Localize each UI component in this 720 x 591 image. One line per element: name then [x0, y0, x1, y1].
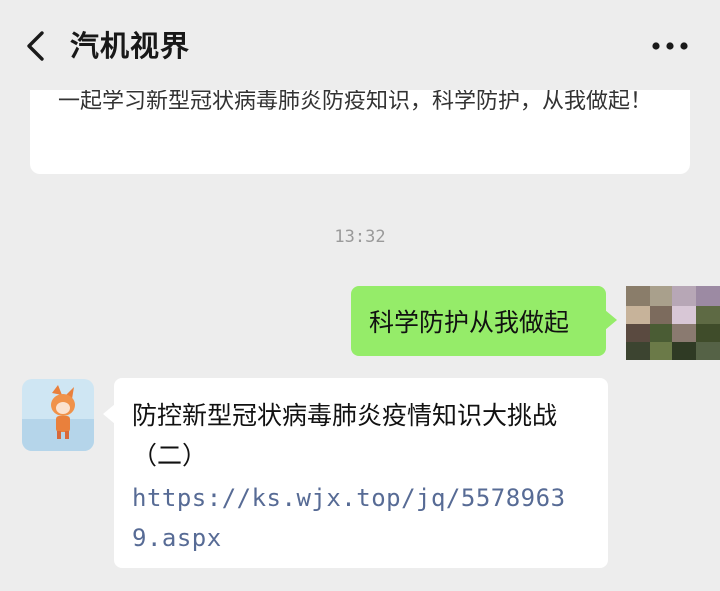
chat-header: 汽机视界 [0, 0, 720, 90]
previous-message-text: 一起学习新型冠状病毒肺炎防疫知识，科学防护，从我做起！ [58, 89, 653, 114]
chat-title: 汽机视界 [70, 29, 191, 63]
my-avatar[interactable] [626, 286, 720, 360]
chevron-left-icon[interactable] [22, 28, 54, 64]
received-message-bubble[interactable]: 防控新型冠状病毒肺炎疫情知识大挑战（二） https://ks.wjx.top/… [103, 378, 608, 568]
received-message-link[interactable]: https://ks.wjx.top/jq/55789639.aspx [132, 478, 592, 558]
sent-message-bubble[interactable]: 科学防护从我做起 [351, 286, 617, 356]
sent-message-text: 科学防护从我做起 [369, 308, 570, 337]
received-message-text: 防控新型冠状病毒肺炎疫情知识大挑战（二） [132, 401, 558, 470]
message-timestamp: 13:32 [334, 227, 386, 247]
contact-avatar[interactable] [22, 379, 94, 451]
ellipsis-icon[interactable] [650, 40, 690, 52]
